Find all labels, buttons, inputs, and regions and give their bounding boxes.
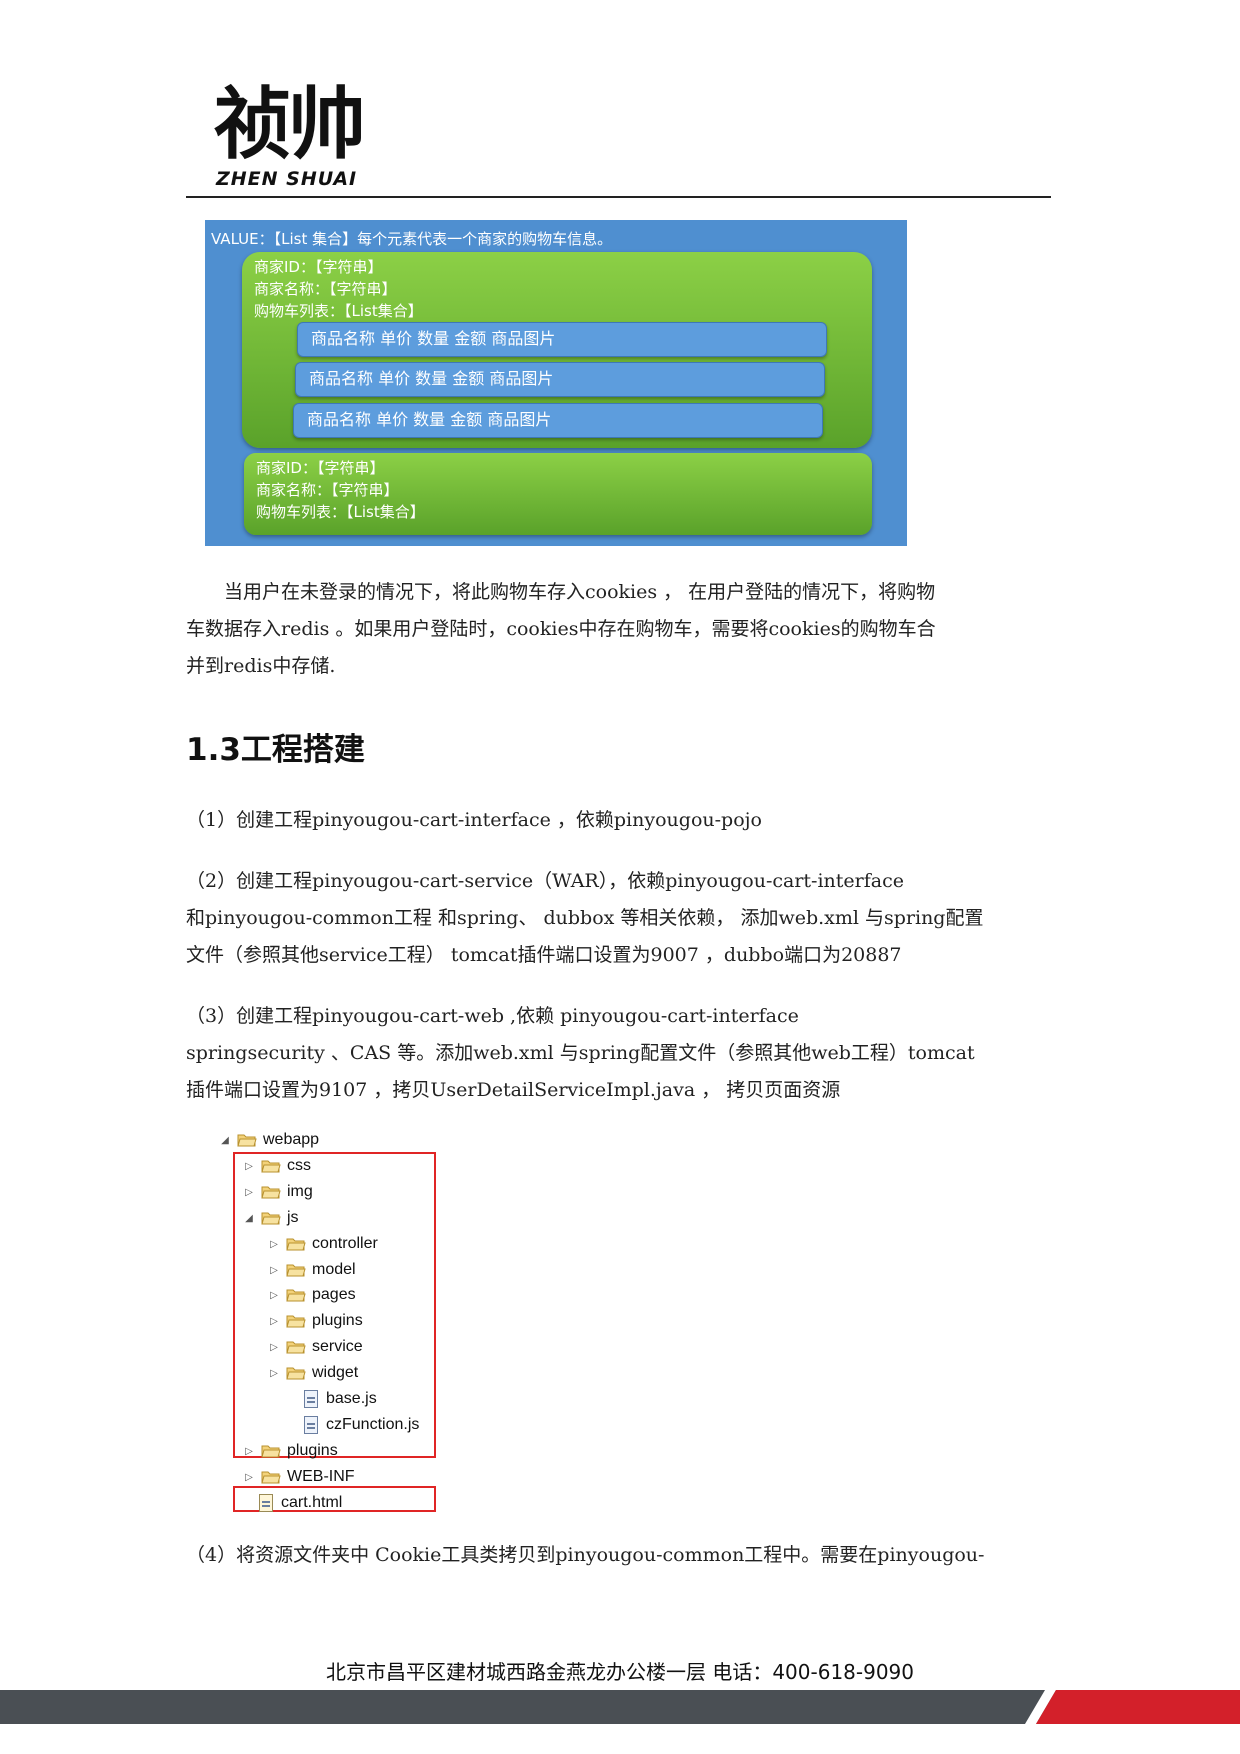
storage-paragraph: 当用户在未登录的情况下，将此购物车存入cookies ， 在用户登陆的情况下，将… [186, 574, 1048, 685]
tree-item-label: widget [312, 1364, 359, 1381]
header-divider [186, 196, 1051, 198]
collapsed-arrow-icon[interactable]: ▷ [268, 1265, 280, 1276]
expanded-arrow-icon[interactable]: ◢ [219, 1135, 231, 1146]
paragraph-line: 并到redis中存储. [186, 655, 336, 677]
collapsed-arrow-icon[interactable]: ▷ [268, 1342, 280, 1353]
tree-item[interactable]: base.js [286, 1388, 377, 1410]
js-file-icon [304, 1416, 318, 1434]
collapsed-arrow-icon[interactable]: ▷ [243, 1161, 255, 1172]
merchant-name-field: 商家名称：【字符串】 [256, 481, 399, 499]
tree-item-label: css [287, 1157, 311, 1174]
paragraph-line: 当用户在未登录的情况下，将此购物车存入cookies ， 在用户登陆的情况下，将… [186, 581, 936, 603]
logo-english: ZHEN SHUAI [216, 168, 358, 190]
collapsed-arrow-icon[interactable]: ▷ [268, 1316, 280, 1327]
collapsed-arrow-icon[interactable]: ▷ [268, 1290, 280, 1301]
tree-item-label: pages [312, 1286, 356, 1303]
folder-icon [286, 1288, 306, 1302]
folder-icon [261, 1211, 281, 1225]
folder-icon [237, 1133, 257, 1147]
footer-address: 北京市昌平区建材城西路金燕龙办公楼一层 电话：400-618-9090 [325, 1660, 915, 1684]
step-line: springsecurity 、CAS 等。添加web.xml 与spring配… [186, 1042, 975, 1064]
step-2: （2）创建工程pinyougou-cart-service（WAR），依赖pin… [186, 863, 1048, 974]
merchant-box-1: 商家ID：【字符串】 商家名称：【字符串】 购物车列表：【List集合】 商品名… [242, 252, 872, 448]
footer-red-band [1036, 1690, 1240, 1724]
paragraph-line: 车数据存入redis 。如果用户登陆时，cookies中存在购物车，需要将coo… [186, 618, 936, 640]
step-line: （1）创建工程pinyougou-cart-interface ，依赖pinyo… [186, 809, 762, 831]
tree-item-label: model [312, 1261, 356, 1278]
tree-item[interactable]: ▷ widget [268, 1362, 358, 1384]
tree-item-label: WEB-INF [287, 1468, 355, 1485]
tree-item[interactable]: ▷ model [268, 1259, 356, 1281]
cart-item-bar: 商品名称 单价 数量 金额 商品图片 [293, 403, 823, 438]
folder-icon [286, 1263, 306, 1277]
merchant-id-field: 商家ID：【字符串】 [254, 258, 383, 276]
expanded-arrow-icon[interactable]: ◢ [243, 1213, 255, 1224]
tree-item[interactable]: ▷ pages [268, 1284, 356, 1306]
tree-item[interactable]: ▷ controller [268, 1233, 378, 1255]
tree-item-label: service [312, 1338, 363, 1355]
tree-item[interactable]: cart.html [241, 1492, 342, 1514]
html-file-icon [259, 1494, 273, 1512]
folder-icon [286, 1366, 306, 1380]
tree-item-label: plugins [287, 1442, 338, 1459]
tree-item[interactable]: ◢ js [243, 1207, 299, 1229]
collapsed-arrow-icon[interactable]: ▷ [268, 1239, 280, 1250]
collapsed-arrow-icon[interactable]: ▷ [243, 1472, 255, 1483]
step-line: （2）创建工程pinyougou-cart-service（WAR），依赖pin… [186, 870, 904, 892]
folder-icon [261, 1185, 281, 1199]
section-heading: 1.3工程搭建 [186, 732, 365, 768]
tree-item-label: base.js [326, 1390, 377, 1407]
tree-item-label: cart.html [281, 1494, 343, 1511]
step-1: （1）创建工程pinyougou-cart-interface ，依赖pinyo… [186, 802, 1048, 839]
folder-icon [286, 1237, 306, 1251]
step-line: 文件（参照其他service工程） tomcat插件端口设置为9007 ，dub… [186, 944, 902, 966]
step-line: 和pinyougou-common工程 和spring、 dubbox 等相关依… [186, 907, 984, 929]
folder-icon [261, 1470, 281, 1484]
tree-item[interactable]: ▷ service [268, 1336, 363, 1358]
diagram-value-line: VALUE：【List 集合】每个元素代表一个商家的购物车信息。 [211, 230, 613, 248]
logo-chinese: 祯帅 [214, 80, 366, 170]
tree-item[interactable]: ▷ plugins [268, 1310, 363, 1332]
step-3: （3）创建工程pinyougou-cart-web ,依赖 pinyougou-… [186, 998, 1048, 1109]
tree-item[interactable]: ▷ WEB-INF [243, 1466, 355, 1488]
collapsed-arrow-icon[interactable]: ▷ [243, 1187, 255, 1198]
cart-list-field: 购物车列表：【List集合】 [256, 503, 425, 521]
merchant-name-field: 商家名称：【字符串】 [254, 280, 397, 298]
cart-structure-diagram: VALUE：【List 集合】每个元素代表一个商家的购物车信息。 商家ID：【字… [205, 220, 907, 546]
step-4: （4）将资源文件夹中 Cookie工具类拷贝到pinyougou-common工… [186, 1537, 1048, 1574]
step-line: （3）创建工程pinyougou-cart-web ,依赖 pinyougou-… [186, 1005, 799, 1027]
step-line: （4）将资源文件夹中 Cookie工具类拷贝到pinyougou-common工… [186, 1544, 985, 1566]
tree-item[interactable]: ▷ plugins [243, 1440, 338, 1462]
tree-item[interactable]: ▷ css [243, 1155, 311, 1177]
tree-item-label: img [287, 1183, 313, 1200]
folder-icon [261, 1159, 281, 1173]
tree-item-label: plugins [312, 1312, 363, 1329]
js-file-icon [304, 1390, 318, 1408]
cart-item-bar: 商品名称 单价 数量 金额 商品图片 [295, 362, 825, 397]
folder-icon [261, 1444, 281, 1458]
cart-list-field: 购物车列表：【List集合】 [254, 302, 423, 320]
tree-item-label: webapp [263, 1131, 320, 1148]
collapsed-arrow-icon[interactable]: ▷ [268, 1368, 280, 1379]
tree-item[interactable]: ▷ img [243, 1181, 313, 1203]
folder-icon [286, 1340, 306, 1354]
merchant-id-field: 商家ID：【字符串】 [256, 459, 385, 477]
tree-item[interactable]: ◢ webapp [219, 1129, 319, 1151]
tree-item-label: controller [312, 1235, 378, 1252]
tree-item-label: czFunction.js [326, 1416, 420, 1433]
tree-item-label: js [287, 1209, 299, 1226]
step-line: 插件端口设置为9107 ，拷贝UserDetailServiceImpl.jav… [186, 1079, 841, 1101]
folder-icon [286, 1314, 306, 1328]
tree-item[interactable]: czFunction.js [286, 1414, 419, 1436]
footer-bar [0, 1690, 1240, 1724]
cart-item-bar: 商品名称 单价 数量 金额 商品图片 [297, 322, 827, 357]
collapsed-arrow-icon[interactable]: ▷ [243, 1446, 255, 1457]
merchant-box-2: 商家ID：【字符串】 商家名称：【字符串】 购物车列表：【List集合】 [244, 453, 872, 535]
